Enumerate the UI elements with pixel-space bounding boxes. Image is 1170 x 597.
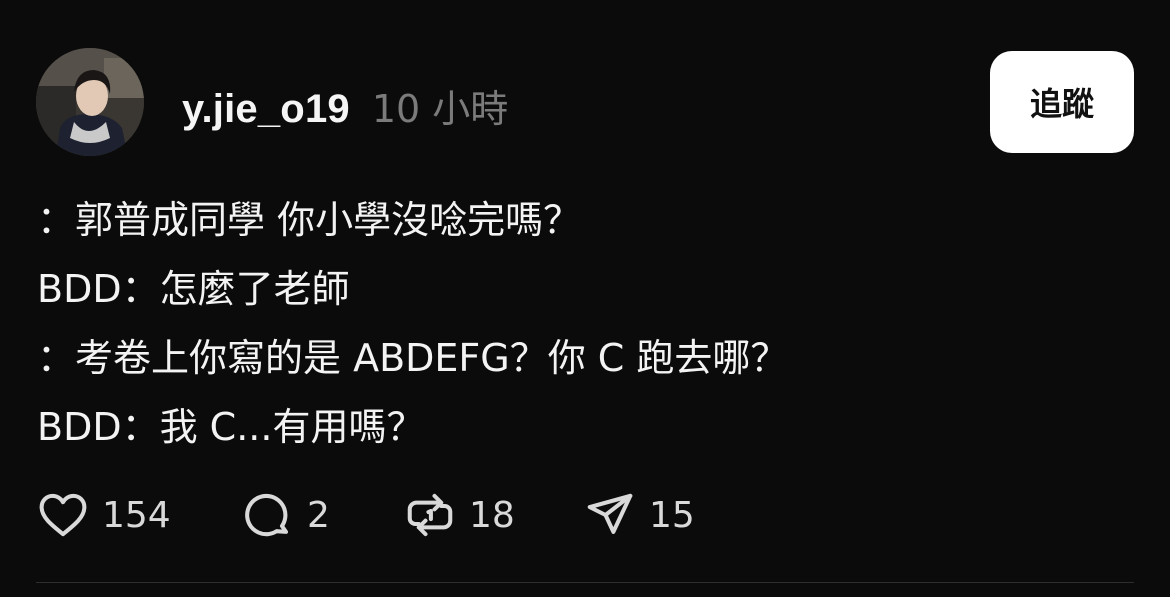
post-time: 10 小時 <box>371 87 509 131</box>
post-header: y.jie_o19 10 小時 <box>182 78 508 131</box>
share-button[interactable]: 15 <box>583 488 743 542</box>
like-button[interactable]: 154 <box>36 488 241 542</box>
repost-count: 18 <box>469 494 515 536</box>
divider <box>36 582 1134 583</box>
comment-bubble-icon <box>241 488 295 542</box>
post-text-line: BDD：我 C...有用嗎？ <box>37 405 425 449</box>
share-count: 15 <box>649 494 695 536</box>
comment-button[interactable]: 2 <box>241 488 403 542</box>
send-icon <box>583 488 637 542</box>
thread-post: y.jie_o19 10 小時 追蹤 ：郭普成同學 你小學沒唸完嗎？ BDD：怎… <box>0 0 1170 597</box>
post-text-line: ：考卷上你寫的是 ABDEFG？你 C 跑去哪？ <box>37 336 789 380</box>
action-bar: 154 2 18 15 <box>36 486 743 544</box>
avatar[interactable] <box>36 48 144 156</box>
post-text-line: ：郭普成同學 你小學沒唸完嗎？ <box>37 198 582 242</box>
like-count: 154 <box>102 494 171 536</box>
post-text-line: BDD：怎麼了老師 <box>37 267 350 311</box>
username[interactable]: y.jie_o19 <box>182 87 350 132</box>
comment-count: 2 <box>307 494 330 536</box>
heart-icon <box>36 488 90 542</box>
follow-button[interactable]: 追蹤 <box>990 51 1134 153</box>
avatar-image <box>36 48 144 156</box>
post-body: ：郭普成同學 你小學沒唸完嗎？ BDD：怎麼了老師 ：考卷上你寫的是 ABDEF… <box>37 186 1137 462</box>
repost-button[interactable]: 18 <box>403 488 583 542</box>
repost-icon <box>403 488 457 542</box>
